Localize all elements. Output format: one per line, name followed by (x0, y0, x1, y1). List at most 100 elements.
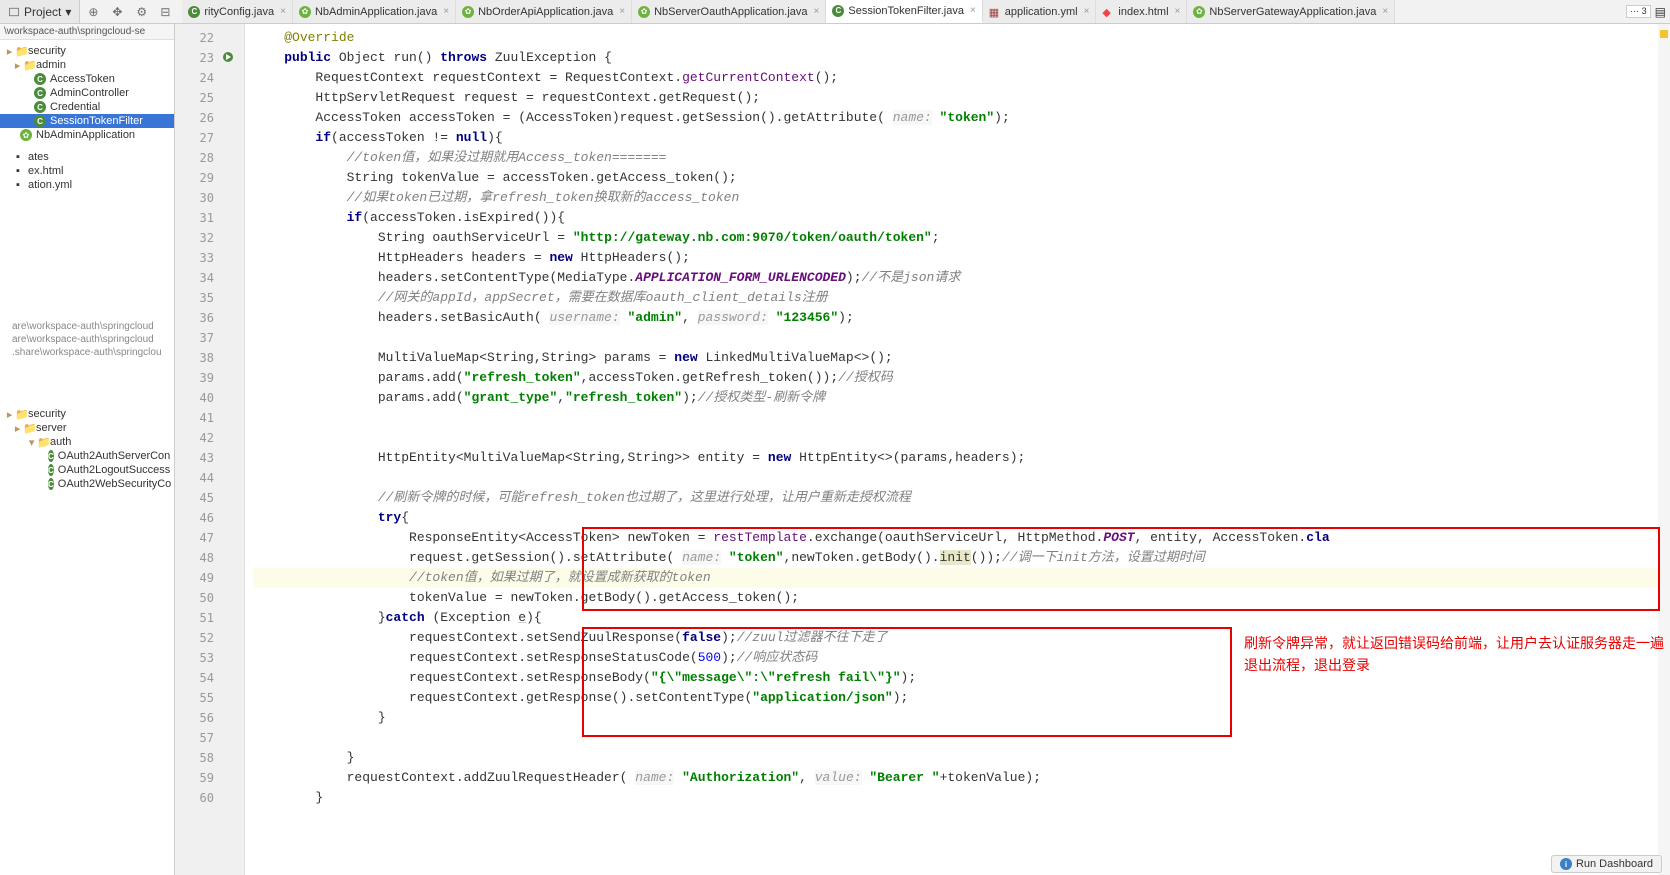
code-line-36[interactable]: headers.setBasicAuth( username: "admin",… (253, 308, 1670, 328)
tree-node-accesstoken[interactable]: CAccessToken (0, 72, 174, 86)
close-icon[interactable]: × (812, 6, 820, 17)
code-line-43[interactable]: HttpEntity<MultiValueMap<String,String>>… (253, 448, 1670, 468)
java-class-icon: C (34, 87, 46, 99)
gear-icon[interactable]: ⚙ (136, 5, 150, 19)
code-line-30[interactable]: //如果token已过期，拿refresh_token换取新的access_to… (253, 188, 1670, 208)
project-tree-extras[interactable]: ▪ates▪ex.html▪ation.yml (0, 146, 174, 196)
java-class-icon: C (48, 478, 54, 490)
tree-node-sessiontokenfilter[interactable]: CSessionTokenFilter (0, 114, 174, 128)
tab-nborderapiapplication-java[interactable]: ✿NbOrderApiApplication.java× (456, 0, 632, 23)
code-line-39[interactable]: params.add("refresh_token",accessToken.g… (253, 368, 1670, 388)
code-line-33[interactable]: HttpHeaders headers = new HttpHeaders(); (253, 248, 1670, 268)
project-icon (8, 6, 20, 18)
code-line-37[interactable] (253, 328, 1670, 348)
run-dashboard-button[interactable]: i Run Dashboard (1551, 855, 1662, 873)
tab-index-html[interactable]: ◆index.html× (1096, 0, 1187, 23)
tabs-menu-icon[interactable]: ▤ (1655, 5, 1666, 19)
code-line-50[interactable]: tokenValue = newToken.getBody().getAcces… (253, 588, 1670, 608)
close-icon[interactable]: × (441, 6, 449, 17)
tree-node-ex-html[interactable]: ▪ex.html (0, 164, 174, 178)
tree-node-security[interactable]: ▸ 📁security (0, 44, 174, 58)
tree-node-nbadminapplication[interactable]: ✿NbAdminApplication (0, 128, 174, 142)
recent-files[interactable]: are\workspace-auth\springcloudare\worksp… (0, 316, 174, 363)
tab-rityconfig-java[interactable]: CrityConfig.java× (182, 0, 293, 23)
tree-node-server[interactable]: ▸ 📁server (0, 421, 174, 435)
tree-node-admin[interactable]: ▸ 📁admin (0, 58, 174, 72)
project-tree-bottom[interactable]: ▸ 📁security▸ 📁server▾ 📁authCOAuth2AuthSe… (0, 403, 174, 495)
close-icon[interactable]: × (278, 6, 286, 17)
collapse-icon[interactable]: ⊕ (88, 5, 102, 19)
tree-node-credential[interactable]: CCredential (0, 100, 174, 114)
code-line-24[interactable]: RequestContext requestContext = RequestC… (253, 68, 1670, 88)
code-line-58[interactable]: } (253, 748, 1670, 768)
toolbar-icons: ⊕ ✥ ⚙ ⊟ (80, 0, 182, 23)
code-line-57[interactable] (253, 728, 1670, 748)
tree-node-ation-yml[interactable]: ▪ation.yml (0, 178, 174, 192)
tree-node-admincontroller[interactable]: CAdminController (0, 86, 174, 100)
line-gutter: 2223242526272829303132333435363738394041… (175, 24, 245, 875)
code-line-48[interactable]: request.getSession().setAttribute( name:… (253, 548, 1670, 568)
code-line-42[interactable] (253, 428, 1670, 448)
code-editor[interactable]: 2223242526272829303132333435363738394041… (175, 24, 1670, 875)
code-line-22[interactable]: @Override (253, 28, 1670, 48)
hide-icon[interactable]: ⊟ (160, 5, 174, 19)
tree-node-oauth2websecurityco[interactable]: COAuth2WebSecurityCo (0, 477, 174, 491)
tab-nbadminapplication-java[interactable]: ✿NbAdminApplication.java× (293, 0, 456, 23)
close-icon[interactable]: × (968, 5, 976, 16)
tabs-overflow[interactable]: ⋯ 3 ▤ (1622, 0, 1670, 23)
tree-node-ates[interactable]: ▪ates (0, 150, 174, 164)
annotation-text: 刷新令牌异常，就让返回错误码给前端，让用户去认证服务器走一遍退出流程，退出登录 (1244, 632, 1664, 676)
code-line-27[interactable]: if(accessToken != null){ (253, 128, 1670, 148)
code-line-38[interactable]: MultiValueMap<String,String> params = ne… (253, 348, 1670, 368)
project-tree[interactable]: ▸ 📁security▸ 📁adminCAccessTokenCAdminCon… (0, 40, 174, 146)
recent-path[interactable]: are\workspace-auth\springcloud (0, 320, 174, 333)
code-line-47[interactable]: ResponseEntity<AccessToken> newToken = r… (253, 528, 1670, 548)
code-line-51[interactable]: }catch (Exception e){ (253, 608, 1670, 628)
spring-icon: ✿ (20, 129, 32, 141)
tab-application-yml[interactable]: ▦application.yml× (983, 0, 1097, 23)
tree-node-oauth2logoutsuccess[interactable]: COAuth2LogoutSuccess (0, 463, 174, 477)
java-class-icon: C (832, 5, 844, 17)
tree-node-security[interactable]: ▸ 📁security (0, 407, 174, 421)
code-line-40[interactable]: params.add("grant_type","refresh_token")… (253, 388, 1670, 408)
recent-path[interactable]: are\workspace-auth\springcloud (0, 333, 174, 346)
code-line-45[interactable]: //刷新令牌的时候，可能refresh_token也过期了，这里进行处理，让用户… (253, 488, 1670, 508)
code-content[interactable]: @Override public Object run() throws Zuu… (245, 24, 1670, 875)
spring-icon: ✿ (462, 6, 474, 18)
code-line-56[interactable]: } (253, 708, 1670, 728)
code-line-23[interactable]: public Object run() throws ZuulException… (253, 48, 1670, 68)
folder-icon: ▸ 📁 (20, 422, 32, 434)
tab-sessiontokenfilter-java[interactable]: CSessionTokenFilter.java× (826, 0, 982, 23)
code-line-60[interactable]: } (253, 788, 1670, 808)
code-line-34[interactable]: headers.setContentType(MediaType.APPLICA… (253, 268, 1670, 288)
close-icon[interactable]: × (1380, 6, 1388, 17)
code-line-41[interactable] (253, 408, 1670, 428)
code-line-49[interactable]: //token值，如果过期了，就设置成新获取的token (253, 568, 1670, 588)
editor-tabs: CrityConfig.java×✿NbAdminApplication.jav… (182, 0, 1622, 24)
close-icon[interactable]: × (1082, 6, 1090, 17)
close-icon[interactable]: × (1173, 6, 1181, 17)
code-line-26[interactable]: AccessToken accessToken = (AccessToken)r… (253, 108, 1670, 128)
tree-node-oauth2authservercon[interactable]: COAuth2AuthServerCon (0, 449, 174, 463)
tab-nbserveroauthapplication-java[interactable]: ✿NbServerOauthApplication.java× (632, 0, 826, 23)
code-line-25[interactable]: HttpServletRequest request = requestCont… (253, 88, 1670, 108)
java-class-icon: C (188, 6, 200, 18)
code-line-35[interactable]: //网关的appId，appSecret，需要在数据库oauth_client_… (253, 288, 1670, 308)
java-class-icon: C (34, 73, 46, 85)
code-line-59[interactable]: requestContext.addZuulRequestHeader( nam… (253, 768, 1670, 788)
recent-path[interactable]: .share\workspace-auth\springclou (0, 346, 174, 359)
close-icon[interactable]: × (617, 6, 625, 17)
code-line-55[interactable]: requestContext.getResponse().setContentT… (253, 688, 1670, 708)
project-dropdown[interactable]: Project ▾ (0, 0, 80, 23)
code-line-44[interactable] (253, 468, 1670, 488)
code-line-28[interactable]: //token值，如果没过期就用Access_token======= (253, 148, 1670, 168)
code-line-32[interactable]: String oauthServiceUrl = "http://gateway… (253, 228, 1670, 248)
run-marker-icon[interactable] (222, 51, 234, 63)
code-line-29[interactable]: String tokenValue = accessToken.getAcces… (253, 168, 1670, 188)
tree-node-auth[interactable]: ▾ 📁auth (0, 435, 174, 449)
target-icon[interactable]: ✥ (112, 5, 126, 19)
code-line-46[interactable]: try{ (253, 508, 1670, 528)
warning-marker[interactable] (1660, 30, 1668, 38)
tab-nbservergatewayapplication-java[interactable]: ✿NbServerGatewayApplication.java× (1187, 0, 1395, 23)
code-line-31[interactable]: if(accessToken.isExpired()){ (253, 208, 1670, 228)
